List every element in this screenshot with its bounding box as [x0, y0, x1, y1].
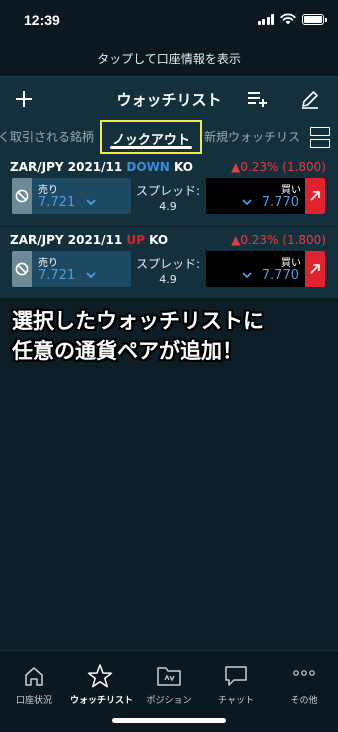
spread-label: スプレッド:	[135, 184, 201, 198]
instrument-list: ZAR/JPY 2021/11 DOWN KO ▲0.23% (1.800) 売…	[0, 154, 338, 298]
spread-value: 4.9	[159, 200, 177, 213]
nav-item-chat[interactable]: チャット	[206, 663, 266, 706]
wifi-icon	[280, 13, 296, 25]
knockout-suffix: KO	[174, 160, 194, 174]
buy-label: 買い	[281, 185, 301, 196]
status-time: 12:39	[24, 12, 60, 28]
layout-toggle-button[interactable]	[302, 120, 338, 154]
quick-buy-button[interactable]	[305, 178, 325, 214]
prohibited-icon	[15, 262, 29, 276]
tab-knockout[interactable]: ノックアウト	[100, 120, 202, 154]
price-change: ▲0.23% (1.800)	[231, 233, 326, 247]
home-indicator[interactable]	[112, 718, 226, 723]
sell-price: 7.721	[38, 195, 76, 210]
knockout-direction: DOWN	[126, 160, 170, 174]
chevron-down-icon	[242, 272, 252, 279]
disable-sell-button[interactable]	[12, 178, 32, 214]
layout-icon-top	[310, 126, 330, 136]
quick-buy-button[interactable]	[305, 251, 325, 287]
annotation-caption: 選択したウォッチリストに 任意の通貨ペアが追加！	[12, 306, 332, 366]
nav-item-account-status[interactable]: 口座状況	[4, 663, 64, 706]
sell-price: 7.721	[38, 268, 76, 283]
spread-label: スプレッド:	[135, 257, 201, 271]
chevron-down-icon	[242, 199, 252, 206]
star-icon	[87, 664, 113, 688]
knockout-direction: UP	[126, 233, 145, 247]
buy-label: 買い	[281, 258, 301, 269]
arrow-up-right-icon	[310, 264, 320, 274]
annotation-line-1: 選択したウォッチリストに	[12, 309, 264, 333]
disable-sell-button[interactable]	[12, 251, 32, 287]
sell-button[interactable]: 売り 7.721	[12, 251, 131, 287]
edit-button[interactable]	[296, 85, 324, 113]
layout-icon-bottom	[310, 138, 330, 148]
prohibited-icon	[15, 189, 29, 203]
playlist-add-icon	[248, 92, 267, 107]
cellular-signal-icon	[257, 13, 274, 25]
watchlist-header: ウォッチリスト	[0, 76, 338, 120]
nav-item-more[interactable]: その他	[274, 663, 334, 706]
instrument-pair: ZAR/JPY 2021/11	[10, 160, 123, 174]
nav-label: ウォッチリスト	[70, 696, 134, 706]
home-icon	[25, 667, 43, 686]
instrument-name: ZAR/JPY 2021/11 DOWN KO	[10, 160, 193, 174]
instrument-pair: ZAR/JPY 2021/11	[10, 233, 123, 247]
price-change: ▲0.23% (1.800)	[231, 160, 326, 174]
account-info-bar[interactable]: タップして口座情報を表示	[0, 42, 338, 76]
buy-button[interactable]: 買い 7.770	[206, 251, 325, 287]
nav-item-watchlist[interactable]: ウォッチリスト	[70, 663, 134, 706]
knockout-suffix: KO	[149, 233, 169, 247]
pencil-icon	[302, 91, 318, 109]
nav-item-positions[interactable]: ポジション	[139, 663, 199, 706]
sell-label: 売り	[38, 258, 58, 269]
buy-button[interactable]: 買い 7.770	[206, 178, 325, 214]
active-tab-indicator	[110, 146, 192, 149]
list-item[interactable]: ZAR/JPY 2021/11 UP KO ▲0.23% (1.800) 売り …	[0, 226, 338, 298]
status-icons	[257, 13, 327, 25]
sell-button[interactable]: 売り 7.721	[12, 178, 131, 214]
sell-label: 売り	[38, 185, 58, 196]
arrow-up-right-icon	[310, 191, 320, 201]
watchlist-tabs: よく取引される銘柄 ノックアウト 新規ウォッチリスト	[0, 120, 338, 154]
more-icon	[293, 670, 315, 676]
tab-frequently-traded[interactable]: よく取引される銘柄	[0, 128, 94, 145]
tab-new-watchlist[interactable]: 新規ウォッチリスト	[204, 128, 312, 145]
annotation-line-2: 任意の通貨ペアが追加！	[12, 339, 243, 363]
buy-price: 7.770	[261, 268, 299, 283]
chevron-down-icon	[86, 199, 96, 206]
battery-icon	[302, 13, 327, 25]
page-title: ウォッチリスト	[116, 91, 222, 109]
nav-label: チャット	[218, 696, 254, 706]
nav-label: その他	[290, 696, 318, 706]
spread-value: 4.9	[159, 273, 177, 286]
add-to-list-button[interactable]	[244, 85, 272, 113]
status-bar: 12:39	[0, 0, 338, 42]
folder-icon	[157, 667, 181, 686]
chevron-down-icon	[86, 272, 96, 279]
nav-label: ポジション	[146, 696, 192, 706]
nav-label: 口座状況	[15, 696, 52, 706]
buy-price: 7.770	[261, 195, 299, 210]
instrument-name: ZAR/JPY 2021/11 UP KO	[10, 233, 168, 247]
list-item[interactable]: ZAR/JPY 2021/11 DOWN KO ▲0.23% (1.800) 売…	[0, 154, 338, 226]
chat-icon	[225, 666, 247, 686]
